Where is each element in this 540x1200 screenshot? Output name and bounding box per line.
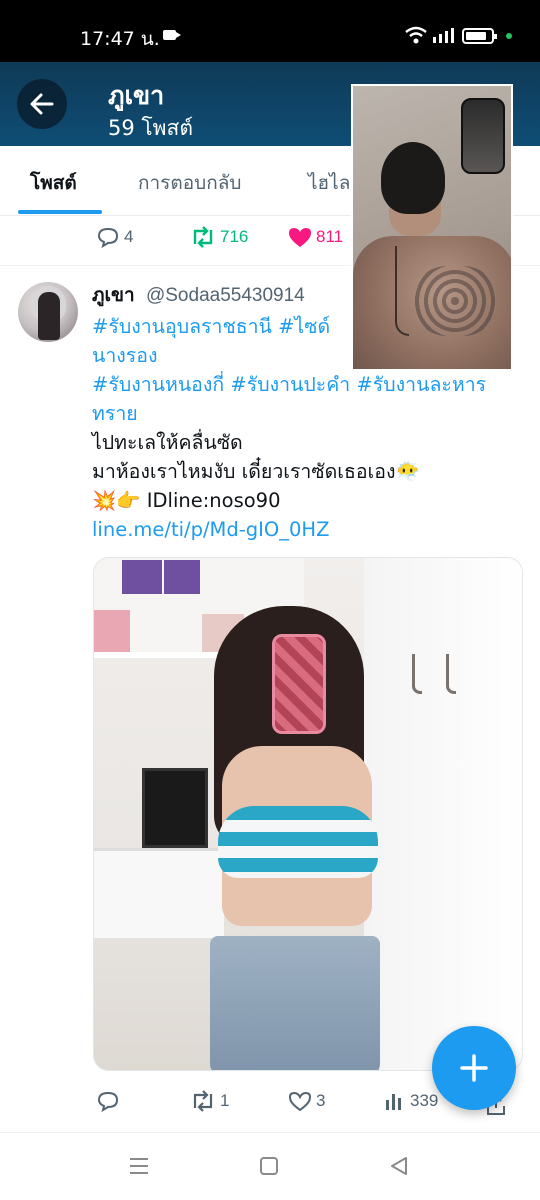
retweet-button[interactable]: 1	[190, 1090, 229, 1112]
status-bar: 17:47 น.	[0, 0, 540, 62]
back-arrow-icon	[30, 93, 54, 115]
views-icon	[386, 1094, 401, 1110]
menu-icon[interactable]	[128, 1155, 150, 1177]
retweet-button[interactable]: 716	[190, 226, 248, 248]
video-camera-icon	[163, 30, 181, 40]
retweet-count: 716	[220, 227, 249, 246]
status-time: 17:47 น.	[80, 28, 160, 50]
tweet-media-image[interactable]	[93, 557, 523, 1071]
tweet-author-name[interactable]: ภูเขา	[92, 284, 135, 306]
home-icon[interactable]	[258, 1155, 280, 1177]
avatar[interactable]	[18, 282, 78, 342]
tweet-author-handle[interactable]: @Sodaa55430914	[146, 285, 305, 306]
reply-button[interactable]: 4	[96, 226, 133, 248]
retweet-icon	[193, 226, 213, 248]
like-count: 3	[316, 1091, 326, 1110]
post-count: 59 โพสต์	[108, 116, 193, 140]
signal-icon	[433, 28, 454, 43]
tweet-header: ภูเขา @Sodaa55430914	[92, 280, 305, 310]
retweet-count: 1	[220, 1091, 230, 1110]
self-view-thumbnail[interactable]	[461, 98, 505, 174]
tweet-text-line: มาห้องเราไหมงับ เดี๋ยวเราซัดเธอเอง😶‍🌫️	[92, 460, 420, 483]
privacy-indicator-dot	[506, 33, 512, 39]
tweet-link[interactable]: line.me/ti/p/Md-gIO_0HZ	[92, 515, 522, 544]
compose-plus-icon	[460, 1054, 488, 1082]
active-tab-indicator	[18, 210, 102, 214]
hashtag-line[interactable]: ทราย	[92, 399, 522, 428]
like-count: 811	[316, 227, 344, 246]
like-button[interactable]: 3	[288, 1090, 325, 1112]
system-navigation-bar	[0, 1132, 540, 1200]
floating-video-overlay[interactable]	[351, 84, 513, 371]
profile-name: ภูเขา	[108, 81, 165, 110]
tab-posts[interactable]: โพสต์	[30, 168, 77, 198]
views-button[interactable]: 339	[384, 1090, 438, 1112]
wifi-icon	[405, 26, 427, 44]
heart-filled-icon	[289, 228, 311, 247]
reply-count: 4	[124, 227, 134, 246]
tweet-text-line: 💥👉 IDline:noso90	[92, 489, 281, 512]
battery-icon	[462, 28, 497, 44]
back-icon[interactable]	[388, 1155, 410, 1177]
hashtag-line[interactable]: #รับงานหนองกี่ #รับงานปะคำ #รับงานละหาร	[92, 370, 522, 399]
tab-replies[interactable]: การตอบกลับ	[138, 168, 241, 198]
reply-button[interactable]	[96, 1090, 124, 1112]
back-button[interactable]	[17, 79, 67, 129]
compose-button[interactable]	[432, 1026, 516, 1110]
heart-icon	[288, 1091, 312, 1112]
retweet-icon	[193, 1090, 213, 1112]
reply-icon	[97, 1091, 119, 1112]
like-button[interactable]: 811	[288, 226, 343, 248]
reply-icon	[97, 227, 119, 248]
views-count: 339	[410, 1091, 439, 1110]
tweet-text-line: ไปทะเลให้คลื่นซัด	[92, 431, 243, 454]
